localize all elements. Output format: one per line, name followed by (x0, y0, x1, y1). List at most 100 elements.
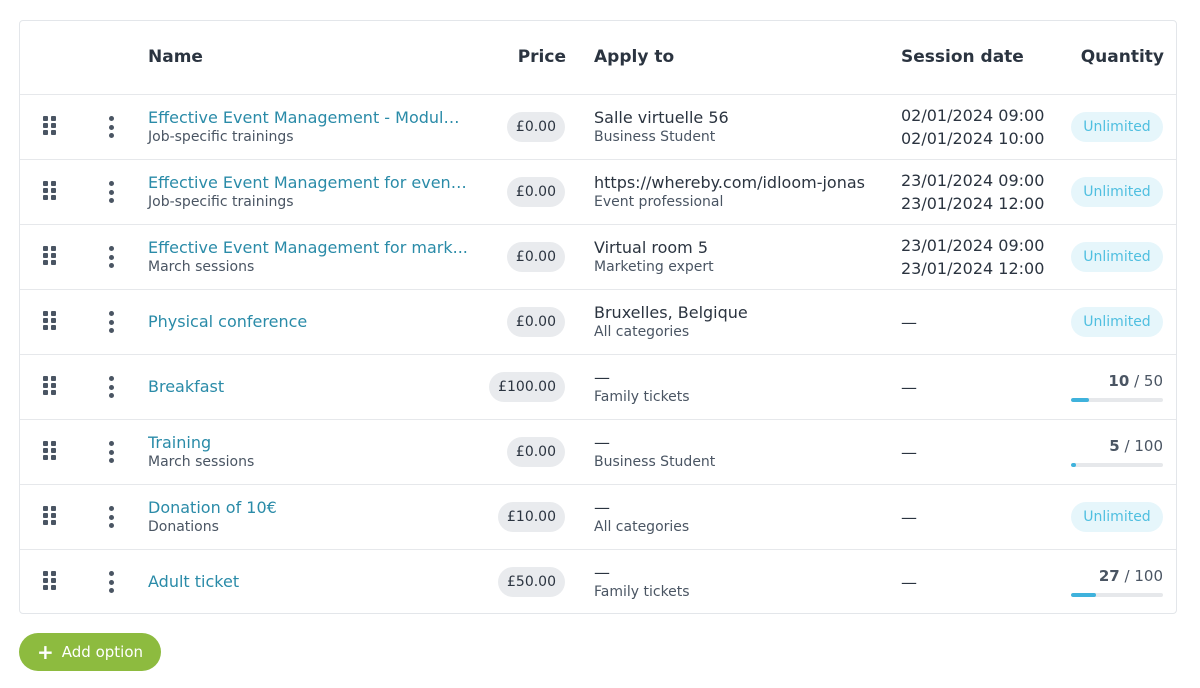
option-category: March sessions (148, 454, 255, 470)
session-start: 23/01/2024 09:00 (901, 171, 1045, 190)
table-row: Effective Event Management for event... … (20, 160, 1176, 225)
header-apply-to: Apply to (594, 47, 675, 67)
quantity-progress-fill (1071, 593, 1096, 597)
apply-to-cell: https://whereby.com/idloom-jonas Event p… (594, 173, 884, 211)
header-session-date: Session date (901, 47, 1024, 67)
quantity-separator: / (1124, 567, 1130, 585)
session-end: 23/01/2024 12:00 (901, 259, 1045, 278)
session-date-cell: 02/01/2024 09:00 02/01/2024 10:00 (901, 104, 1061, 150)
quantity-progress-bar (1071, 398, 1163, 402)
price-badge: £100.00 (489, 372, 565, 402)
quantity-unlimited-badge: Unlimited (1071, 177, 1163, 207)
drag-handle-icon[interactable] (43, 311, 57, 331)
quantity-used: 27 (1098, 567, 1120, 585)
drag-handle-icon[interactable] (43, 441, 57, 461)
more-options-icon[interactable] (106, 115, 116, 139)
plus-icon: + (37, 640, 54, 664)
name-cell: Training March sessions (148, 433, 468, 471)
price-badge: £50.00 (498, 567, 565, 597)
quantity-progress-fill (1071, 398, 1090, 402)
apply-category: All categories (594, 519, 690, 535)
table-row: Effective Event Management for mark... M… (20, 225, 1176, 290)
session-date-cell: 23/01/2024 09:00 23/01/2024 12:00 (901, 234, 1061, 280)
option-name-link[interactable]: Breakfast (148, 377, 468, 397)
drag-handle-icon[interactable] (43, 181, 57, 201)
apply-to-cell: — All categories (594, 498, 884, 536)
quantity-total: 50 (1143, 372, 1163, 390)
apply-to-cell: — Family tickets (594, 368, 884, 406)
table-row: Physical conference £0.00 Bruxelles, Bel… (20, 290, 1176, 355)
apply-to-cell: — Family tickets (594, 563, 884, 601)
more-options-icon[interactable] (106, 375, 116, 399)
name-cell: Breakfast (148, 377, 468, 397)
drag-handle-icon[interactable] (43, 246, 57, 266)
drag-handle-icon[interactable] (43, 506, 57, 526)
option-name-link[interactable]: Training (148, 433, 468, 453)
quantity-unlimited-badge: Unlimited (1071, 242, 1163, 272)
apply-location: — (594, 563, 610, 582)
add-option-button[interactable]: + Add option (19, 633, 161, 671)
option-name-link[interactable]: Effective Event Management for event... (148, 173, 468, 193)
more-options-icon[interactable] (106, 310, 116, 334)
session-end: 02/01/2024 10:00 (901, 129, 1045, 148)
option-name-link[interactable]: Adult ticket (148, 572, 468, 592)
name-cell: Effective Event Management for mark... M… (148, 238, 468, 276)
quantity-count: 5 / 100 (1071, 437, 1163, 455)
apply-category: Family tickets (594, 584, 690, 600)
quantity-separator: / (1124, 437, 1130, 455)
drag-handle-icon[interactable] (43, 571, 57, 591)
name-cell: Donation of 10€ Donations (148, 498, 468, 536)
options-table: Name Price Apply to Session date Quantit… (19, 20, 1177, 614)
session-date-empty: — (901, 313, 917, 332)
apply-location: Bruxelles, Belgique (594, 303, 748, 322)
session-start: 23/01/2024 09:00 (901, 236, 1045, 255)
option-name-link[interactable]: Effective Event Management - Module 1 (148, 108, 468, 128)
quantity-total: 100 (1134, 437, 1163, 455)
drag-handle-icon[interactable] (43, 116, 57, 136)
drag-handle-icon[interactable] (43, 376, 57, 396)
table-row: Breakfast £100.00 — Family tickets — 10 … (20, 355, 1176, 420)
name-cell: Physical conference (148, 312, 468, 332)
session-date-empty: — (901, 378, 917, 397)
apply-category: All categories (594, 324, 690, 340)
header-quantity: Quantity (1080, 47, 1164, 67)
quantity-used: 5 (1109, 437, 1120, 455)
session-date-cell: 23/01/2024 09:00 23/01/2024 12:00 (901, 169, 1061, 215)
option-category: Job-specific trainings (148, 129, 294, 145)
quantity-count: 10 / 50 (1071, 372, 1163, 390)
apply-to-cell: Salle virtuelle 56 Business Student (594, 108, 884, 146)
apply-location: — (594, 433, 610, 452)
option-name-link[interactable]: Physical conference (148, 312, 468, 332)
session-date-empty: — (901, 443, 917, 462)
session-start: 02/01/2024 09:00 (901, 106, 1045, 125)
apply-to-cell: Bruxelles, Belgique All categories (594, 303, 884, 341)
apply-category: Event professional (594, 194, 724, 210)
session-end: 23/01/2024 12:00 (901, 194, 1045, 213)
quantity-progress-fill (1071, 463, 1076, 467)
apply-to-cell: — Business Student (594, 433, 884, 471)
option-category: Donations (148, 519, 219, 535)
more-options-icon[interactable] (106, 505, 116, 529)
apply-category: Family tickets (594, 389, 690, 405)
more-options-icon[interactable] (106, 570, 116, 594)
more-options-icon[interactable] (106, 440, 116, 464)
more-options-icon[interactable] (106, 245, 116, 269)
price-badge: £0.00 (506, 177, 565, 207)
price-badge: £0.00 (506, 307, 565, 337)
price-badge: £0.00 (506, 112, 565, 142)
option-name-link[interactable]: Donation of 10€ (148, 498, 468, 518)
table-header: Name Price Apply to Session date Quantit… (20, 21, 1176, 95)
apply-category: Marketing expert (594, 259, 714, 275)
table-row: Donation of 10€ Donations £10.00 — All c… (20, 485, 1176, 550)
table-row: Training March sessions £0.00 — Business… (20, 420, 1176, 485)
name-cell: Effective Event Management for event... … (148, 173, 468, 211)
add-option-label: Add option (61, 643, 144, 661)
table-row: Adult ticket £50.00 — Family tickets — 2… (20, 550, 1176, 615)
option-name-link[interactable]: Effective Event Management for mark... (148, 238, 468, 258)
quantity-total: 100 (1134, 567, 1163, 585)
apply-location: Salle virtuelle 56 (594, 108, 729, 127)
apply-location: https://whereby.com/idloom-jonas (594, 173, 865, 192)
more-options-icon[interactable] (106, 180, 116, 204)
name-cell: Effective Event Management - Module 1 Jo… (148, 108, 468, 146)
quantity-count: 27 / 100 (1071, 567, 1163, 585)
